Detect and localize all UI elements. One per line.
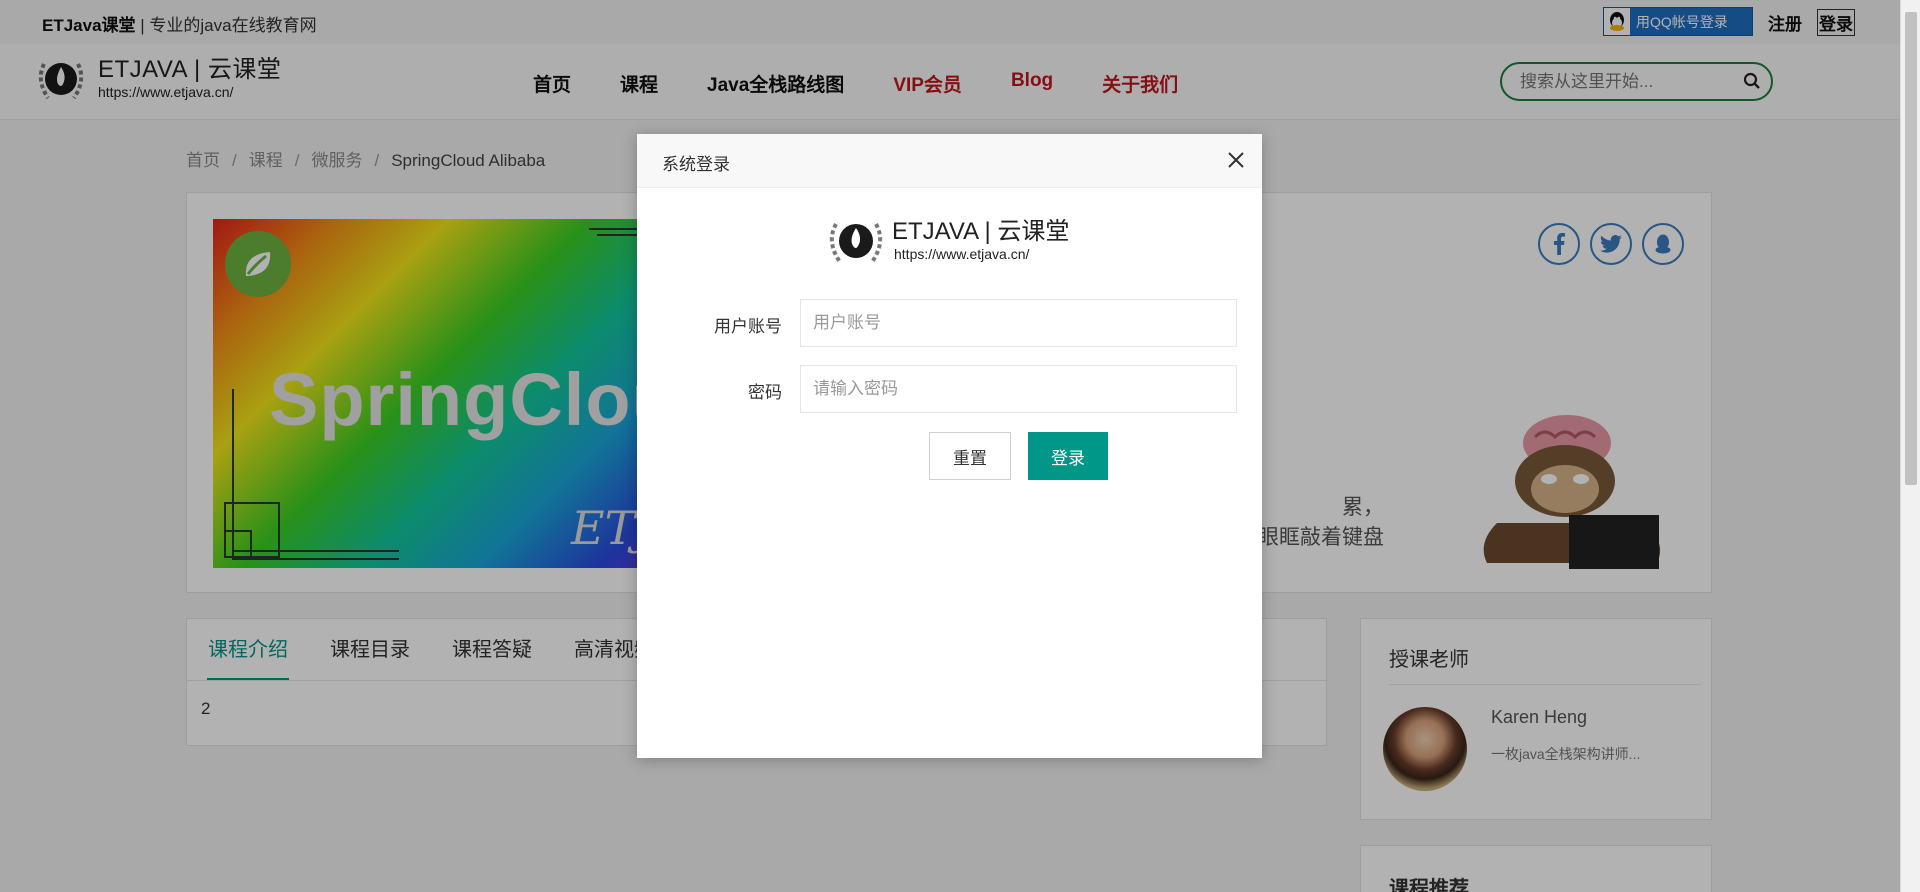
password-row: 密码: [637, 365, 1262, 413]
laurel-logo-icon: [829, 223, 883, 264]
scrollbar-thumb[interactable]: [1905, 12, 1917, 485]
dialog-logo: ETJAVA | 云课堂 https://www.etjava.cn/: [820, 214, 1069, 268]
dialog-logo-title: ETJAVA | 云课堂: [892, 218, 1070, 245]
password-label: 密码: [748, 383, 782, 402]
dialog-title: 系统登录: [662, 155, 730, 174]
username-row: 用户账号: [637, 299, 1262, 347]
username-label: 用户账号: [714, 317, 782, 336]
close-icon[interactable]: [1228, 152, 1244, 168]
login-dialog: 系统登录 ETJAVA | 云课堂 https://www.etjava.cn/…: [637, 134, 1262, 758]
page-scrollbar[interactable]: [1900, 0, 1920, 892]
dialog-header: 系统登录: [637, 134, 1262, 188]
username-field[interactable]: [800, 299, 1237, 347]
dialog-logo-url: https://www.etjava.cn/: [894, 246, 1030, 262]
login-button[interactable]: 登录: [1028, 432, 1108, 480]
password-field[interactable]: [800, 365, 1237, 413]
reset-button[interactable]: 重置: [929, 432, 1011, 480]
